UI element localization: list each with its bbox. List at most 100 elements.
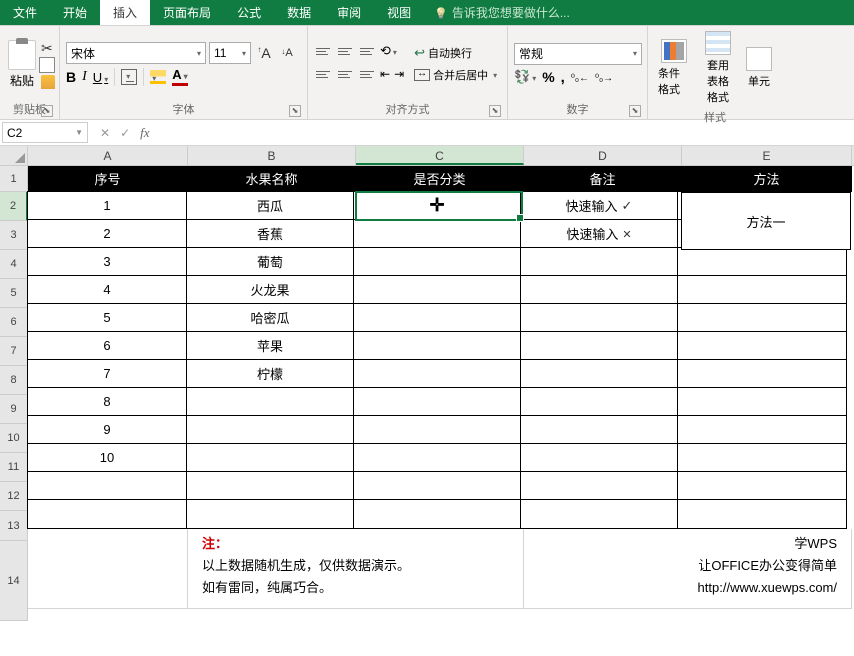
cell[interactable]: 快速输入 (520, 219, 678, 248)
align-left-button[interactable] (314, 66, 332, 82)
cell[interactable] (520, 359, 678, 388)
cell[interactable] (677, 331, 847, 360)
row-header[interactable]: 12 (0, 482, 28, 511)
fill-color-button[interactable] (150, 70, 166, 84)
cell[interactable]: 苹果 (186, 331, 354, 360)
cell[interactable] (677, 359, 847, 388)
cell[interactable] (353, 499, 521, 529)
cell[interactable]: 9 (27, 415, 187, 444)
row-header[interactable]: 1 (0, 166, 28, 192)
comma-button[interactable]: , (561, 69, 565, 86)
increase-indent-button[interactable] (394, 67, 404, 81)
cell[interactable]: 8 (27, 387, 187, 416)
cell[interactable] (186, 499, 354, 529)
font-name-select[interactable]: 宋体 (66, 42, 206, 64)
merge-center-button[interactable]: 合并后居中 (414, 67, 497, 83)
underline-button[interactable]: U (93, 70, 108, 85)
row-header[interactable]: 8 (0, 366, 28, 395)
menu-view[interactable]: 视图 (374, 0, 424, 25)
cell[interactable] (353, 387, 521, 416)
cell[interactable]: 4 (27, 275, 187, 304)
row-header[interactable]: 14 (0, 541, 28, 621)
col-header-c[interactable]: C (356, 146, 524, 165)
align-launcher[interactable]: ⬊ (489, 105, 501, 117)
italic-button[interactable]: I (82, 69, 87, 85)
cell[interactable]: 7 (27, 359, 187, 388)
cell[interactable] (186, 415, 354, 444)
cell[interactable] (520, 247, 678, 276)
cell-styles-button[interactable]: 单元 (742, 45, 776, 91)
align-top-button[interactable] (314, 43, 332, 59)
cell[interactable]: ✛ (353, 191, 521, 220)
row-header[interactable]: 5 (0, 279, 28, 308)
format-as-table-button[interactable]: 套用 表格格式 (698, 29, 738, 107)
cell[interactable] (520, 471, 678, 500)
cell[interactable] (28, 529, 188, 609)
cell[interactable]: 西瓜 (186, 191, 354, 220)
header-cell[interactable]: 方法 (682, 166, 852, 192)
number-format-select[interactable]: 常规 (514, 43, 642, 65)
cell[interactable]: 葡萄 (186, 247, 354, 276)
cell[interactable] (677, 471, 847, 500)
cell[interactable] (186, 443, 354, 472)
cell[interactable] (353, 359, 521, 388)
row-header[interactable]: 9 (0, 395, 28, 424)
cell[interactable]: 哈密瓜 (186, 303, 354, 332)
cell[interactable] (520, 331, 678, 360)
col-header-e[interactable]: E (682, 146, 852, 165)
row-header[interactable]: 2 (0, 192, 28, 221)
cell[interactable] (27, 499, 187, 529)
number-launcher[interactable]: ⬊ (629, 105, 641, 117)
row-header[interactable]: 11 (0, 453, 28, 482)
cell[interactable]: 2 (27, 219, 187, 248)
cell[interactable] (677, 499, 847, 529)
border-button[interactable] (121, 69, 137, 85)
menu-layout[interactable]: 页面布局 (150, 0, 224, 25)
cell[interactable]: 火龙果 (186, 275, 354, 304)
cut-icon[interactable] (41, 40, 55, 57)
tell-me-search[interactable]: 告诉我您想要做什么... (434, 0, 570, 25)
font-size-select[interactable]: 11 (209, 42, 251, 64)
cell[interactable] (520, 303, 678, 332)
cell[interactable] (186, 471, 354, 500)
cell[interactable]: 快速输入 (520, 191, 678, 220)
cell[interactable] (186, 387, 354, 416)
header-cell[interactable]: 备注 (524, 166, 682, 192)
row-header[interactable]: 7 (0, 337, 28, 366)
cell[interactable] (353, 443, 521, 472)
cell[interactable] (353, 219, 521, 248)
currency-button[interactable] (514, 69, 536, 85)
row-header[interactable]: 6 (0, 308, 28, 337)
row-header[interactable]: 13 (0, 511, 28, 541)
paste-button[interactable]: 粘贴 (6, 38, 38, 91)
cell[interactable] (353, 331, 521, 360)
cell[interactable]: 10 (27, 443, 187, 472)
copy-icon[interactable] (41, 59, 55, 73)
clipboard-launcher[interactable]: ⬊ (41, 105, 53, 117)
footer-credit-cell[interactable]: 学WPS 让OFFICE办公变得简单 http://www.xuewps.com… (524, 529, 852, 609)
cell[interactable] (353, 415, 521, 444)
decrease-decimal-button[interactable] (595, 70, 613, 84)
percent-button[interactable]: % (542, 69, 554, 85)
cell[interactable] (677, 303, 847, 332)
header-cell[interactable]: 水果名称 (188, 166, 356, 192)
cell[interactable] (353, 275, 521, 304)
merged-cell-method[interactable]: 方法一 (681, 192, 851, 250)
font-launcher[interactable]: ⬊ (289, 105, 301, 117)
menu-formula[interactable]: 公式 (224, 0, 274, 25)
cell[interactable]: 5 (27, 303, 187, 332)
menu-review[interactable]: 审阅 (324, 0, 374, 25)
row-header[interactable]: 3 (0, 221, 28, 250)
cell[interactable] (677, 247, 847, 276)
align-middle-button[interactable] (336, 43, 354, 59)
wrap-text-button[interactable]: 自动换行 (414, 45, 497, 61)
menu-data[interactable]: 数据 (274, 0, 324, 25)
header-cell[interactable]: 是否分类 (356, 166, 524, 192)
grow-font-button[interactable] (254, 43, 274, 63)
cell[interactable] (677, 443, 847, 472)
select-all-corner[interactable] (0, 146, 28, 165)
cell[interactable] (520, 443, 678, 472)
decrease-indent-button[interactable] (380, 67, 390, 81)
row-header[interactable]: 4 (0, 250, 28, 279)
cell[interactable] (677, 275, 847, 304)
